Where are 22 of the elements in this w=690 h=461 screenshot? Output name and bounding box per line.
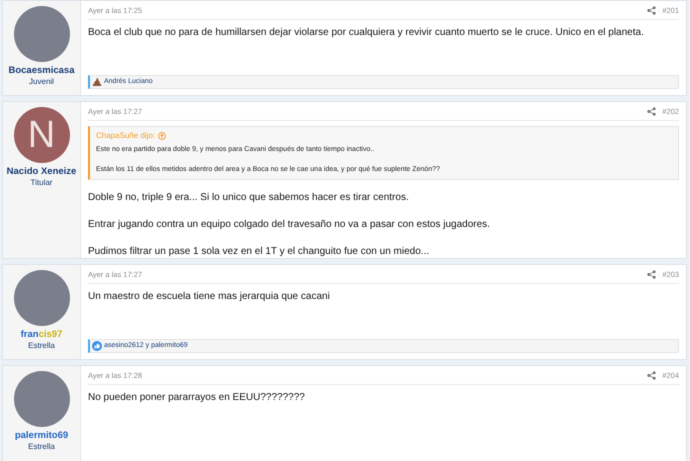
share-icon[interactable] [647,6,656,16]
quote-author[interactable]: ChapaSuñe dijo: [96,130,156,142]
username[interactable]: Bocaesmicasa [8,65,75,77]
share-icon[interactable] [647,371,656,380]
share-icon[interactable] [647,270,656,280]
user-rank: Estrella [28,442,55,452]
letter-avatar: N [14,107,70,163]
thumbs-up-icon [92,341,102,351]
post-text: Pudimos filtrar un pase 1 sola vez en el 1T y el changuito fue con un miedo... [88,245,430,260]
share-icon[interactable] [647,107,656,116]
username[interactable]: francis97 [20,329,62,341]
post-text: Boca el club que no para de humillarsen dejar violarse por cualquiera y revivir cuanto muerto se le cruce. Unico en el planeta. [88,26,645,40]
username[interactable]: palermito69 [14,430,68,442]
post-text: No pueden poner pararrayos en EEUU???????? [88,391,306,406]
username[interactable]: Nacido Xeneize [6,166,76,178]
user-rank: Titular [30,178,52,188]
user-rank: Estrella [28,341,55,351]
poo-icon [92,77,102,87]
user-rank: Juvenil [29,77,54,87]
post-text: Entrar jugando contra un equipo colgado del travesaño no va a pasar con estos jugadores. [88,218,491,232]
post-text: Un maestro de escuela tiene mas jerarquia que cacani [88,290,331,304]
post-text: Doble 9 no, triple 9 era... Si lo unico que sabemos hacer es tirar centros. [88,191,410,206]
